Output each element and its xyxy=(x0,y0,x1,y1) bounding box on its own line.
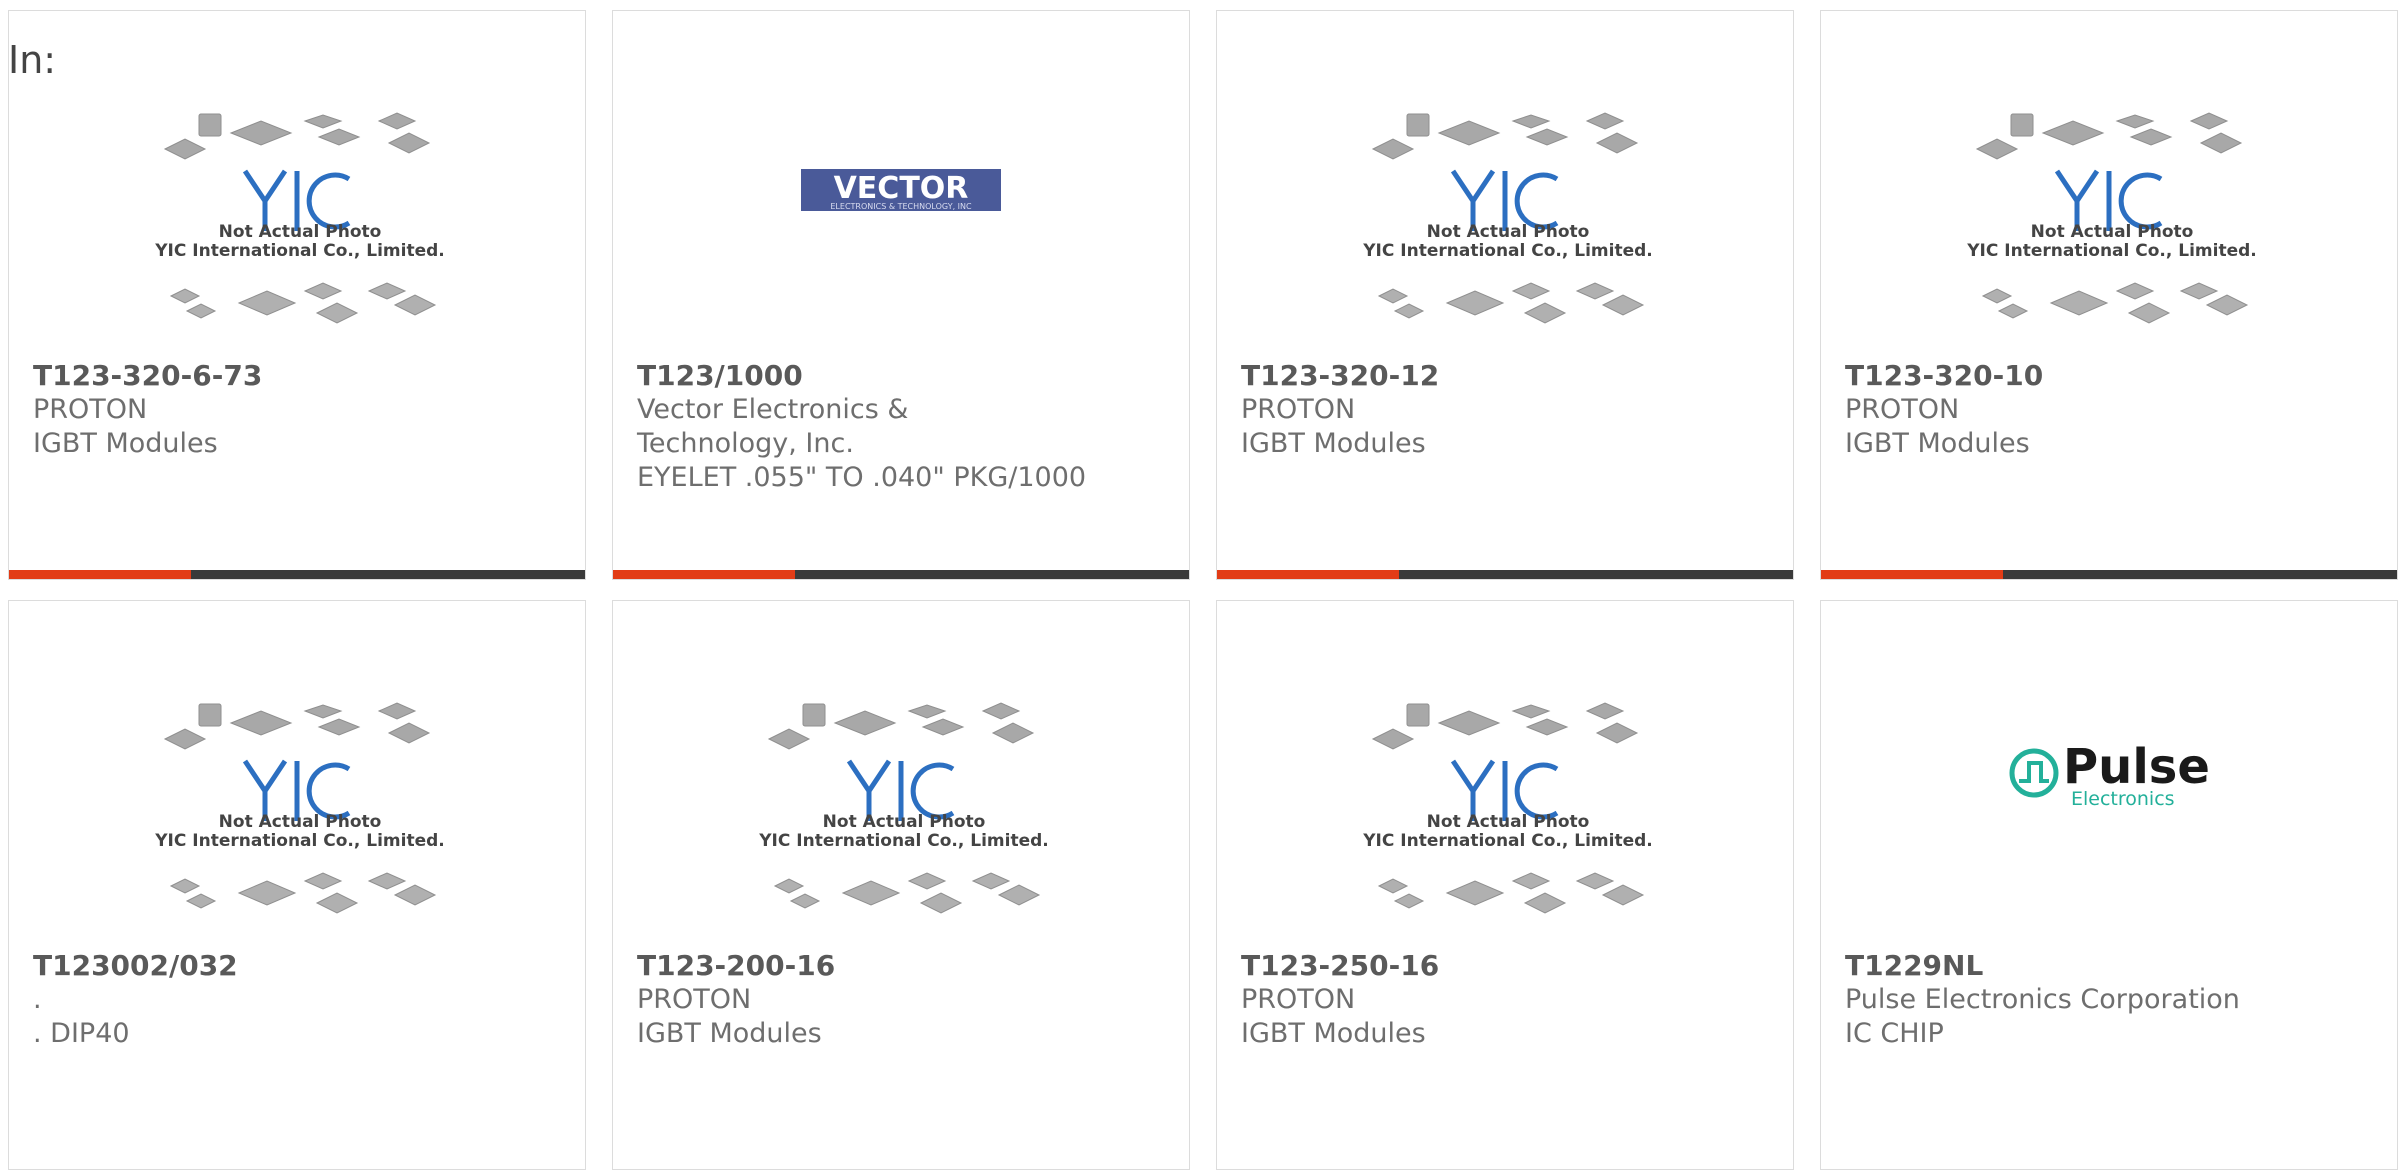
product-card[interactable]: Pulse Electronics T1229NL Pulse Electron… xyxy=(1820,600,2398,1170)
part-number[interactable]: T123-320-10 xyxy=(1845,359,2373,393)
part-number[interactable]: T1229NL xyxy=(1845,949,2373,983)
product-card[interactable]: Not Actual Photo YIC International Co., … xyxy=(1216,600,1794,1170)
description: IGBT Modules xyxy=(1845,428,2030,459)
part-number[interactable]: T123-200-16 xyxy=(637,949,1165,983)
manufacturer: PROTON xyxy=(33,394,148,425)
manufacturer: Pulse Electronics Corporation xyxy=(1845,984,2240,1015)
placeholder-caption-2: YIC International Co., Limited. xyxy=(758,831,1049,851)
card-bottom-bar xyxy=(9,570,585,579)
manufacturer: PROTON xyxy=(637,984,752,1015)
manufacturer: PROTON xyxy=(1241,394,1356,425)
vector-logo-subtitle: ELECTRONICS & TECHNOLOGY, INC xyxy=(830,202,972,211)
product-image[interactable]: Not Actual Photo YIC International Co., … xyxy=(1217,681,1793,941)
product-image[interactable]: Not Actual Photo YIC International Co., … xyxy=(613,681,1189,941)
pulse-logo-icon xyxy=(2009,748,2059,798)
pulse-logo-name: Pulse xyxy=(2063,739,2210,795)
vector-logo-name: VECTOR xyxy=(834,171,969,206)
placeholder-caption-2: YIC International Co., Limited. xyxy=(154,831,445,851)
product-card[interactable]: Not Actual Photo YIC International Co., … xyxy=(8,10,586,580)
card-bottom-bar xyxy=(1217,570,1793,579)
placeholder-caption-2: YIC International Co., Limited. xyxy=(1362,831,1653,851)
description: . DIP40 xyxy=(33,1018,130,1049)
description: IGBT Modules xyxy=(1241,1018,1426,1049)
description: EYELET .055" TO .040" PKG/1000 xyxy=(637,462,1087,493)
placeholder-caption-2: YIC International Co., Limited. xyxy=(154,241,445,261)
placeholder-caption-2: YIC International Co., Limited. xyxy=(1362,241,1653,261)
placeholder-caption-1: Not Actual Photo xyxy=(219,222,382,242)
product-image[interactable]: Not Actual Photo YIC International Co., … xyxy=(1821,91,2397,351)
product-image[interactable]: Not Actual Photo YIC International Co., … xyxy=(9,681,585,941)
product-image[interactable]: Not Actual Photo YIC International Co., … xyxy=(9,91,585,351)
part-number[interactable]: T123002/032 xyxy=(33,949,561,983)
placeholder-caption-1: Not Actual Photo xyxy=(1427,812,1590,832)
placeholder-caption-1: Not Actual Photo xyxy=(219,812,382,832)
manufacturer: PROTON xyxy=(1241,984,1356,1015)
manufacturer: . xyxy=(33,984,42,1015)
part-number[interactable]: T123/1000 xyxy=(637,359,1165,393)
product-card[interactable]: VECTOR ELECTRONICS & TECHNOLOGY, INC T12… xyxy=(612,10,1190,580)
description: IGBT Modules xyxy=(1241,428,1426,459)
product-card[interactable]: Not Actual Photo YIC International Co., … xyxy=(1820,10,2398,580)
product-card[interactable]: Not Actual Photo YIC International Co., … xyxy=(8,600,586,1170)
pulse-logo-subtitle: Electronics xyxy=(2071,788,2175,810)
placeholder-caption-2: YIC International Co., Limited. xyxy=(1966,241,2257,261)
manufacturer: Vector Electronics & Technology, Inc. xyxy=(637,394,909,459)
placeholder-caption-1: Not Actual Photo xyxy=(1427,222,1590,242)
product-image[interactable]: Not Actual Photo YIC International Co., … xyxy=(1217,91,1793,351)
card-bottom-bar xyxy=(1821,570,2397,579)
product-card[interactable]: Not Actual Photo YIC International Co., … xyxy=(1216,10,1794,580)
placeholder-caption-1: Not Actual Photo xyxy=(2031,222,2194,242)
manufacturer: PROTON xyxy=(1845,394,1960,425)
part-number[interactable]: T123-250-16 xyxy=(1241,949,1769,983)
product-card[interactable]: Not Actual Photo YIC International Co., … xyxy=(612,600,1190,1170)
product-image[interactable]: VECTOR ELECTRONICS & TECHNOLOGY, INC xyxy=(613,91,1189,351)
card-bottom-bar xyxy=(613,570,1189,579)
description: IGBT Modules xyxy=(33,428,218,459)
part-number[interactable]: T123-320-12 xyxy=(1241,359,1769,393)
description: IC CHIP xyxy=(1845,1018,1944,1049)
description: IGBT Modules xyxy=(637,1018,822,1049)
part-number[interactable]: T123-320-6-73 xyxy=(33,359,561,393)
product-image[interactable]: Pulse Electronics xyxy=(1821,681,2397,941)
placeholder-caption-1: Not Actual Photo xyxy=(823,812,986,832)
filter-label: In: xyxy=(8,38,57,82)
